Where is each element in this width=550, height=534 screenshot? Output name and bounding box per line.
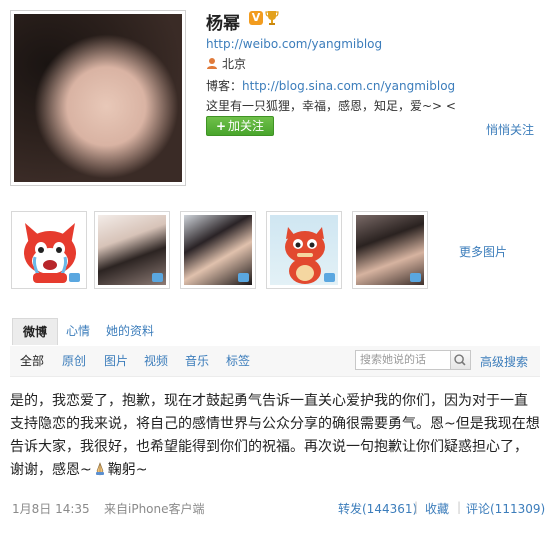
post-text: 是的，我恋爱了，抱歉，现在才鼓起勇气告诉一直关心爱护我的你们，因为对于一直支持隐…: [10, 390, 540, 482]
more-photos-link[interactable]: 更多图片: [459, 243, 507, 260]
comment-icon: [152, 273, 163, 282]
post-source[interactable]: 来自iPhone客户端: [104, 500, 205, 517]
profile-name[interactable]: 杨幂: [206, 9, 240, 34]
search-icon: [454, 354, 466, 366]
meta-separator: |: [414, 500, 419, 514]
trophy-icon: [265, 11, 279, 25]
filter-music[interactable]: 音乐: [185, 352, 209, 369]
quiet-follow-link[interactable]: 悄悄关注: [486, 121, 534, 138]
plus-icon: +: [215, 119, 227, 133]
favorite-button[interactable]: 收藏: [425, 500, 449, 517]
post-text-body: 是的，我恋爱了，抱歉，现在才鼓起勇气告诉一直关心爱护我的你们，因为对于一直支持隐…: [10, 393, 540, 478]
tab-weibo[interactable]: 微博: [12, 318, 58, 345]
photo-thumbnail[interactable]: [180, 211, 256, 289]
filter-videos[interactable]: 视频: [144, 352, 168, 369]
tab-profile-info[interactable]: 她的资料: [106, 318, 154, 345]
profile-bio: 这里有一只狐狸，幸福，感恩，知足，爱~> <: [206, 99, 456, 113]
blog-url-link[interactable]: http://blog.sina.com.cn/yangmiblog: [242, 79, 455, 93]
post-search-input[interactable]: 搜索她说的话: [355, 350, 451, 370]
post-text-end: 鞠躬~: [107, 462, 148, 478]
photo-thumbnail[interactable]: [352, 211, 428, 289]
comment-icon: [410, 273, 421, 282]
filter-original[interactable]: 原创: [62, 352, 86, 369]
weibo-url-link[interactable]: http://weibo.com/yangmiblog: [206, 37, 382, 51]
blog-label: 博客：: [206, 79, 243, 93]
photo-thumbnail[interactable]: [11, 211, 87, 289]
photo-thumbnail[interactable]: [266, 211, 342, 289]
filter-tags[interactable]: 标签: [226, 352, 250, 369]
follow-button-label: 加关注: [228, 119, 265, 133]
comment-icon: [238, 273, 249, 282]
user-location-icon: [207, 58, 217, 69]
location-text: 北京: [222, 57, 247, 71]
blog-line: 博客：http://blog.sina.com.cn/yangmiblog: [206, 77, 455, 94]
follow-button[interactable]: + 加关注: [206, 116, 274, 136]
profile-avatar[interactable]: [10, 10, 186, 186]
search-button[interactable]: [451, 350, 471, 370]
advanced-search-link[interactable]: 高级搜索: [480, 353, 528, 370]
comment-icon: [324, 273, 335, 282]
pray-icon: [95, 462, 104, 476]
verified-icon: V: [249, 11, 263, 25]
meta-separator: |: [457, 500, 462, 514]
comment-button[interactable]: 评论(111309): [466, 500, 545, 517]
filter-all[interactable]: 全部: [20, 352, 44, 369]
tab-mood[interactable]: 心情: [66, 318, 90, 345]
comment-icon: [69, 273, 80, 282]
photo-thumbnail[interactable]: [94, 211, 170, 289]
post-time[interactable]: 1月8日 14:35: [12, 500, 90, 517]
repost-button[interactable]: 转发(144361): [338, 500, 417, 517]
filter-images[interactable]: 图片: [104, 352, 128, 369]
